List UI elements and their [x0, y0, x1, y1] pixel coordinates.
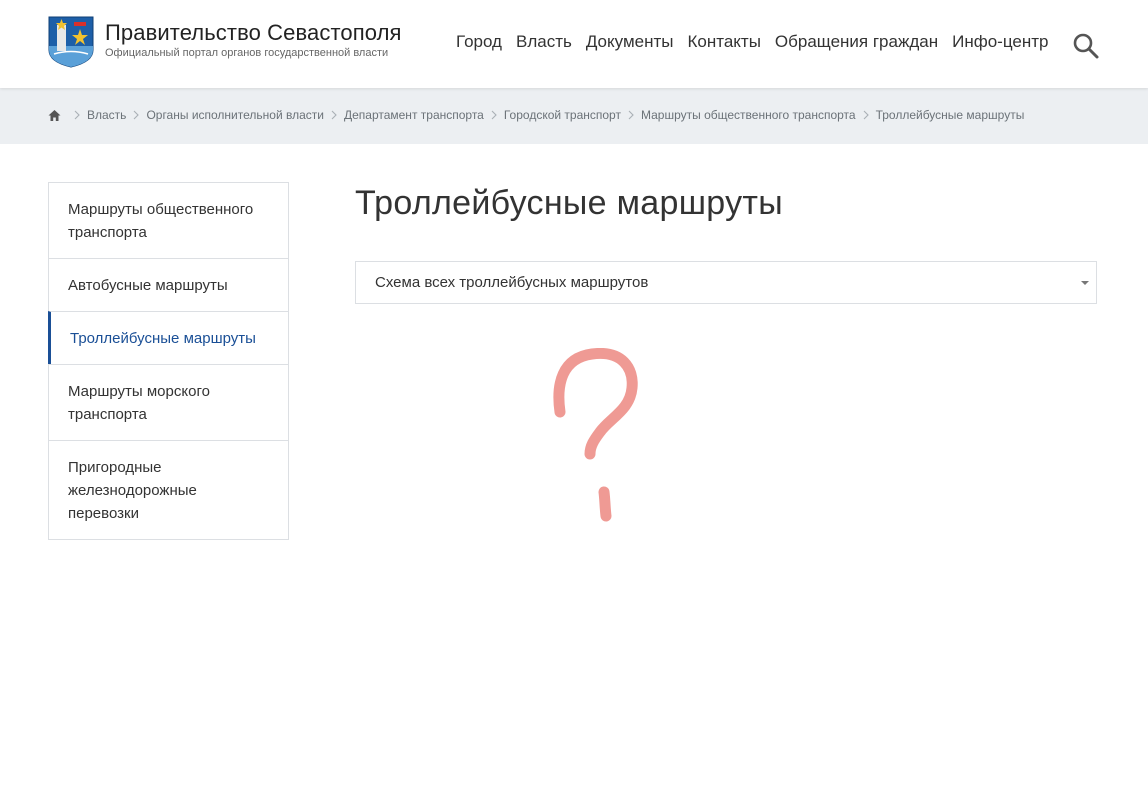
caret-down-icon	[1081, 281, 1089, 285]
question-mark-drawing	[553, 348, 638, 522]
chevron-right-icon	[134, 110, 140, 120]
nav-item-documents[interactable]: Документы	[586, 32, 674, 52]
main-nav: Город Власть Документы Контакты Обращени…	[456, 32, 1062, 52]
nav-item-info-center[interactable]: Инфо-центр	[952, 32, 1048, 52]
chevron-right-icon	[331, 110, 337, 120]
nav-item-city[interactable]: Город	[456, 32, 502, 52]
sidebar-item-public-transport-routes[interactable]: Маршруты общественного транспорта	[49, 183, 288, 258]
breadcrumb-item[interactable]: Департамент транспорта	[344, 108, 484, 122]
chevron-right-icon	[863, 110, 869, 120]
search-icon[interactable]	[1072, 32, 1100, 60]
sidebar-item-sea-transport-routes[interactable]: Маршруты морского транспорта	[49, 364, 288, 440]
brand-title[interactable]: Правительство Севастополя	[105, 20, 402, 46]
route-scheme-select[interactable]: Схема всех троллейбусных маршрутов	[355, 261, 1097, 304]
breadcrumb-bar: Власть Органы исполнительной власти Депа…	[0, 88, 1148, 144]
home-icon[interactable]	[48, 109, 61, 122]
page-title: Троллейбусные маршруты	[355, 184, 784, 222]
breadcrumb-item[interactable]: Городской транспорт	[504, 108, 621, 122]
sidebar-item-trolleybus-routes[interactable]: Троллейбусные маршруты	[48, 311, 288, 364]
chevron-right-icon	[628, 110, 634, 120]
nav-item-contacts[interactable]: Контакты	[687, 32, 760, 52]
section-sidebar: Маршруты общественного транспорта Автобу…	[48, 182, 289, 540]
breadcrumb-current: Троллейбусные маршруты	[875, 108, 1025, 122]
sidebar-item-bus-routes[interactable]: Автобусные маршруты	[49, 258, 288, 311]
breadcrumb-item[interactable]: Органы исполнительной власти	[146, 108, 324, 122]
breadcrumb-item[interactable]: Власть	[87, 108, 126, 122]
sidebar-item-suburban-railway[interactable]: Пригородные железнодорожные перевозки	[49, 440, 288, 539]
nav-item-government[interactable]: Власть	[516, 32, 572, 52]
breadcrumb-item[interactable]: Маршруты общественного транспорта	[641, 108, 856, 122]
brand-subtitle: Официальный портал органов государственн…	[105, 47, 389, 59]
site-header: Правительство Севастополя Официальный по…	[0, 0, 1148, 88]
chevron-right-icon	[74, 110, 80, 120]
chevron-right-icon	[491, 110, 497, 120]
coat-of-arms-icon[interactable]	[48, 16, 94, 68]
nav-item-citizen-appeals[interactable]: Обращения граждан	[775, 32, 938, 52]
breadcrumb: Власть Органы исполнительной власти Депа…	[48, 108, 1024, 122]
select-value: Схема всех троллейбусных маршрутов	[375, 274, 649, 291]
